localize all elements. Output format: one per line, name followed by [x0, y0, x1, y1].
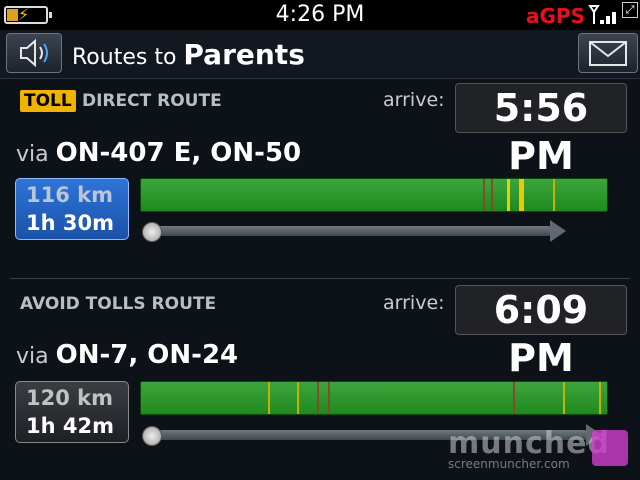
route-distance: 120 km	[26, 386, 113, 410]
route-name: AVOID TOLLS ROUTE	[20, 294, 217, 314]
arrive-label: arrive:	[383, 89, 445, 111]
via-label: via	[16, 344, 49, 369]
traffic-bar	[140, 381, 608, 415]
page-title: Routes to Parents	[72, 38, 305, 71]
route-name: DIRECT ROUTE	[82, 91, 222, 111]
clock-icon[interactable]	[142, 426, 162, 446]
expand-icon[interactable]: ⤢	[622, 2, 638, 18]
arrive-time: 6:09 PM	[455, 285, 627, 380]
signal-icon	[588, 5, 616, 24]
mail-button[interactable]	[578, 33, 638, 73]
route-distance: 116 km	[26, 183, 113, 207]
arrive-time: 5:56 PM	[455, 83, 627, 178]
title-prefix: Routes to	[72, 45, 177, 70]
speaker-button[interactable]	[6, 33, 62, 73]
arrive-label: arrive:	[383, 292, 445, 314]
watermark-text: munched	[448, 426, 610, 461]
route-summary-selected[interactable]: 116 km 1h 30m	[15, 178, 129, 240]
mail-icon	[589, 41, 627, 66]
watermark-logo-icon	[592, 430, 628, 466]
title-destination: Parents	[183, 38, 305, 71]
via-line: via ON-407 E, ON-50	[16, 138, 301, 168]
route-divider	[10, 278, 630, 279]
route-duration: 1h 42m	[26, 414, 114, 438]
watermark: munched screenmuncher.com	[448, 426, 610, 471]
route-duration: 1h 30m	[26, 211, 114, 235]
via-line: via ON-7, ON-24	[16, 340, 238, 370]
clock-icon[interactable]	[142, 222, 162, 242]
via-roads: ON-407 E, ON-50	[55, 138, 302, 168]
traffic-bar	[140, 178, 608, 212]
gps-indicator: aGPS	[526, 4, 585, 28]
route-summary[interactable]: 120 km 1h 42m	[15, 381, 129, 443]
route-progress-track	[148, 220, 566, 242]
toll-badge: TOLL	[20, 90, 76, 112]
speaker-icon	[20, 38, 48, 68]
via-roads: ON-7, ON-24	[55, 340, 239, 370]
via-label: via	[16, 142, 49, 167]
